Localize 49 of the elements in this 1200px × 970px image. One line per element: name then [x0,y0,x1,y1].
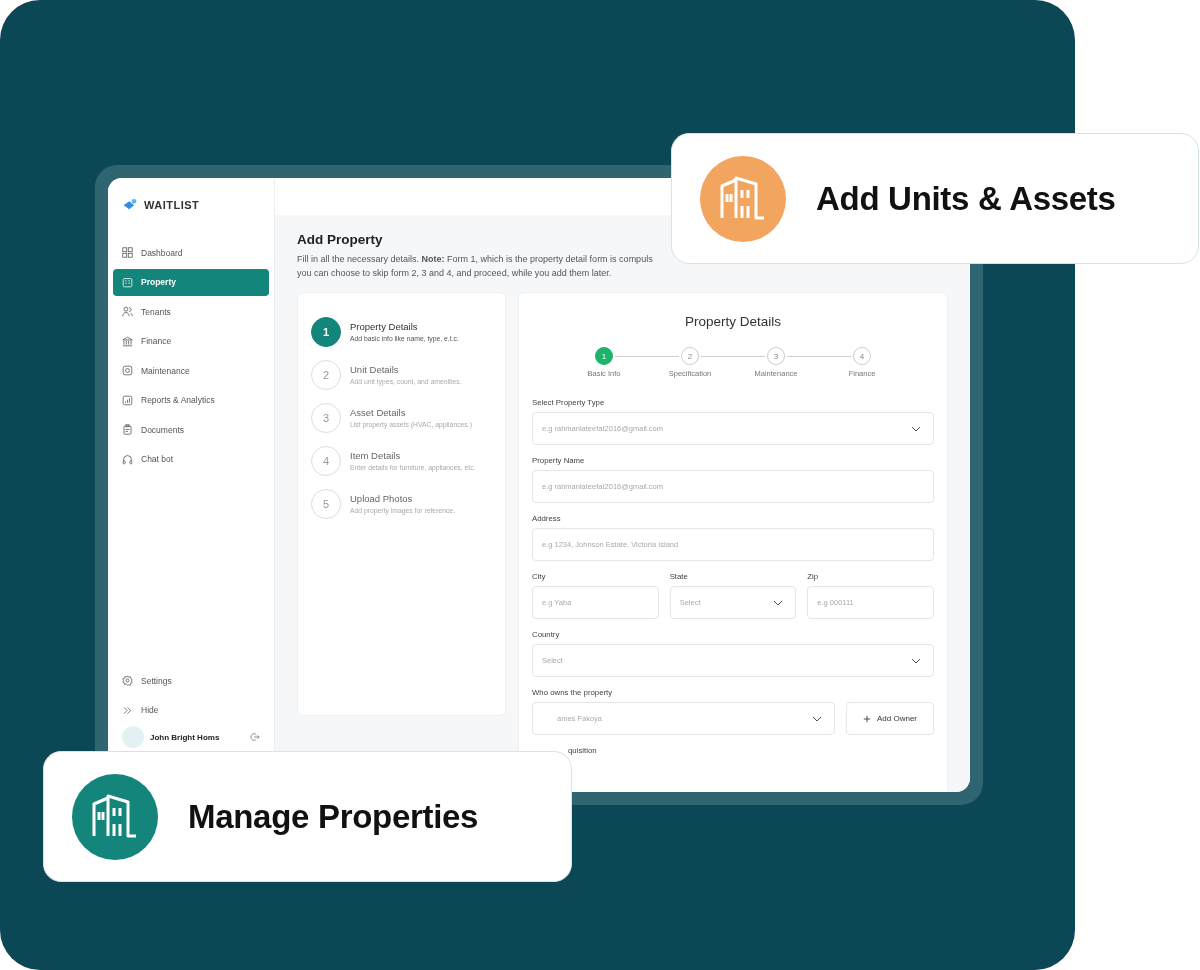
clipboard-icon [122,424,133,435]
nav-item[interactable]: Maintenance [113,357,269,384]
settings-icon [122,675,133,686]
brand-name: WAITLIST [144,198,200,211]
chevron-down-icon [773,599,784,606]
callout-title: Add Units & Assets [816,179,1116,218]
chart-icon [122,394,133,406]
nav-item[interactable]: Settings [113,667,269,694]
form-title: Property Details [683,314,782,329]
chevron-down-icon [911,657,921,664]
step-title: Asset Details [350,407,407,418]
nav-item[interactable]: Finance [113,327,269,355]
user-name: John Bright Homs [150,732,221,742]
page-description: you can choose to skip form 2, 3 and 4, and proceed, while you add them later. [297,267,613,280]
step-title: Upload Photos [350,493,414,504]
box-icon [122,365,133,376]
stepper-number[interactable]: 4 [853,347,871,365]
logout-icon[interactable] [250,732,260,742]
page-title: Add Property [297,232,384,247]
step-title: Item Details [350,450,402,461]
stepper-number[interactable]: 2 [681,347,699,365]
avatar [122,726,144,748]
nav-item[interactable]: Documents [113,416,269,443]
nav-item[interactable]: Dashboard [113,239,269,266]
nav-item[interactable]: Hide [113,696,269,724]
building-icon [700,155,786,242]
building-icon [122,276,133,288]
add-owner-button[interactable]: Add Owner [846,702,934,735]
plus-icon [863,714,871,723]
stepper-number[interactable]: 1 [595,347,613,365]
grid-icon [122,247,133,258]
step-title: Unit Details [350,364,400,375]
nav-item[interactable]: Property [113,268,269,296]
stepper-number[interactable]: 3 [767,347,785,365]
nav-item[interactable]: Chat bot [113,445,269,473]
chevron-down-icon [812,715,822,722]
page-description: Fill in all the necessary details. Note: Form 1, which is the property detail form is compuls [297,253,654,266]
users-icon [122,306,133,317]
callout-title: Manage Properties [188,797,479,836]
step-title: Property Details [350,321,419,332]
nav-item[interactable]: Tenants [113,298,269,325]
nav-item[interactable]: Reports & Analytics [113,386,269,414]
headset-icon [122,453,133,465]
logo-icon [122,198,138,211]
chevron-down-icon [911,425,921,432]
double-chevron-icon [122,704,133,716]
bank-icon [122,335,133,347]
step-number[interactable]: 1 [311,316,341,347]
building-icon [72,773,158,860]
